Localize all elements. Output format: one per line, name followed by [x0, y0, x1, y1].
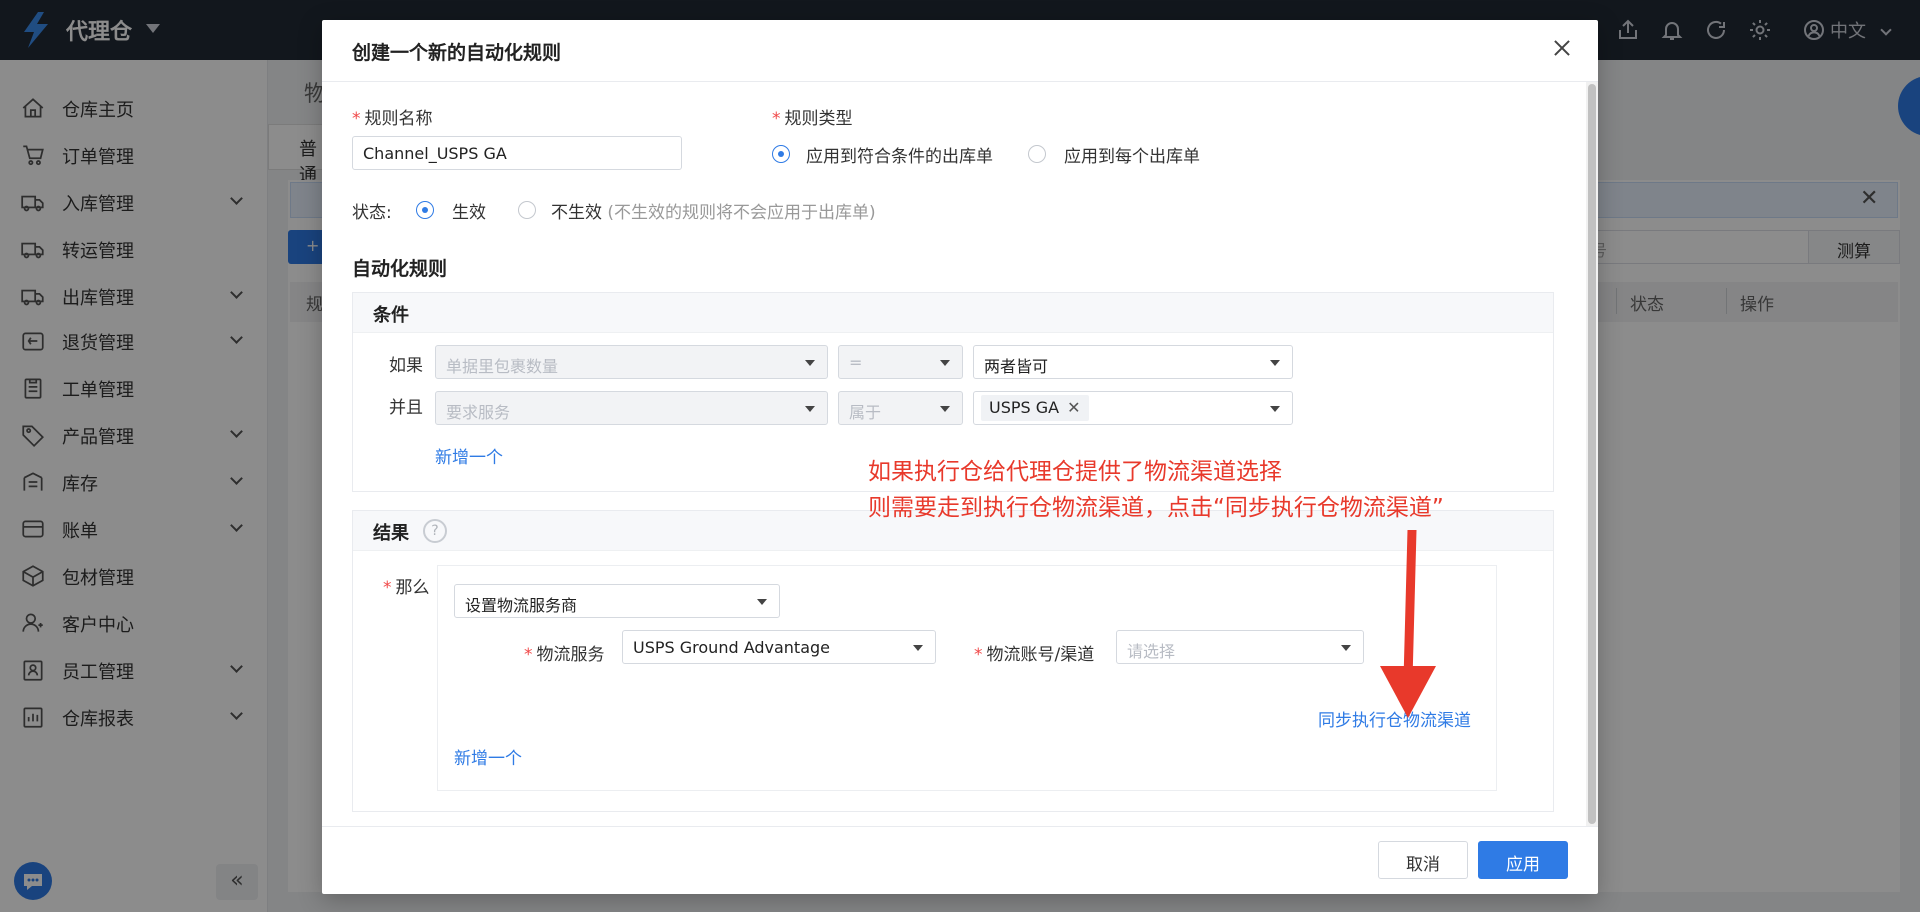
- chevron-down-icon: [940, 360, 950, 366]
- condition-and-label: 并且: [389, 398, 423, 418]
- rule-type-radio-matching[interactable]: [772, 145, 790, 163]
- dialog-scrollbar-thumb[interactable]: [1588, 84, 1596, 824]
- add-result-link[interactable]: 新增一个: [454, 744, 522, 769]
- logistics-account-label: * 物流账号/渠道: [974, 645, 1095, 665]
- chevron-down-icon: [913, 645, 923, 651]
- rule-type-radio-every[interactable]: [1028, 145, 1046, 163]
- result-action-box: 设置物流服务商 * 物流服务 USPS Ground Advantage * 物流账…: [437, 565, 1497, 791]
- automation-section-title: 自动化规则: [352, 258, 448, 280]
- chevron-down-icon: [805, 360, 815, 366]
- add-condition-link[interactable]: 新增一个: [435, 443, 503, 468]
- selected-tag: USPS GA ✕: [981, 395, 1089, 421]
- help-icon[interactable]: ?: [423, 519, 447, 543]
- condition-value-select[interactable]: 两者皆可: [973, 345, 1293, 379]
- rule-type-label: * 规则类型: [772, 109, 853, 129]
- tag-remove-icon[interactable]: ✕: [1067, 398, 1080, 417]
- conditions-title: 条件: [373, 305, 409, 326]
- status-label: 状态:: [352, 203, 392, 223]
- status-radio-inactive[interactable]: [518, 201, 536, 219]
- conditions-header: 条件: [353, 293, 1553, 333]
- create-rule-dialog: 创建一个新的自动化规则 * 规则名称 Channel_USPS GA * 规则类型 …: [322, 20, 1598, 894]
- rule-name-input[interactable]: Channel_USPS GA: [352, 136, 682, 170]
- status-active-label[interactable]: 生效: [452, 198, 486, 223]
- condition-if-label: 如果: [389, 356, 423, 376]
- annotation-line-1: 如果执行仓给代理仓提供了物流渠道选择: [868, 459, 1282, 485]
- rule-name-label: * 规则名称: [352, 109, 433, 129]
- dialog-footer: 取消 应用: [322, 826, 1598, 894]
- annotation-arrow-icon: [1380, 530, 1436, 718]
- condition-operator-select[interactable]: 属于: [838, 391, 963, 425]
- annotation-line-2: 则需要走到执行仓物流渠道，点击“同步执行仓物流渠道”: [868, 495, 1444, 521]
- condition-operator-select[interactable]: =: [838, 345, 963, 379]
- status-inactive-label[interactable]: 不生效 (不生效的规则将不会应用于出库单): [551, 198, 876, 223]
- result-title: 结果: [373, 523, 409, 544]
- dialog-title: 创建一个新的自动化规则: [352, 42, 562, 64]
- status-radio-active[interactable]: [416, 201, 434, 219]
- chevron-down-icon: [1270, 406, 1280, 412]
- cancel-button[interactable]: 取消: [1378, 841, 1468, 879]
- chevron-down-icon: [1270, 360, 1280, 366]
- condition-field-select[interactable]: 要求服务: [435, 391, 828, 425]
- logistics-account-select[interactable]: 请选择: [1116, 630, 1364, 664]
- dialog-header: 创建一个新的自动化规则: [322, 20, 1598, 82]
- logistics-service-label: * 物流服务: [524, 645, 605, 665]
- chevron-down-icon: [805, 406, 815, 412]
- status-inactive-hint: (不生效的规则将不会应用于出库单): [607, 203, 876, 223]
- apply-button[interactable]: 应用: [1478, 841, 1568, 879]
- close-icon[interactable]: [1548, 34, 1576, 62]
- chevron-down-icon: [940, 406, 950, 412]
- then-label: * 那么: [383, 578, 430, 598]
- chevron-down-icon: [757, 599, 767, 605]
- condition-field-select[interactable]: 单据里包裹数量: [435, 345, 828, 379]
- rule-type-option-every[interactable]: 应用到每个出库单: [1064, 142, 1200, 167]
- chevron-down-icon: [1341, 645, 1351, 651]
- rule-type-option-matching[interactable]: 应用到符合条件的出库单: [806, 142, 993, 167]
- result-action-select[interactable]: 设置物流服务商: [454, 584, 780, 618]
- logistics-service-select[interactable]: USPS Ground Advantage: [622, 630, 936, 664]
